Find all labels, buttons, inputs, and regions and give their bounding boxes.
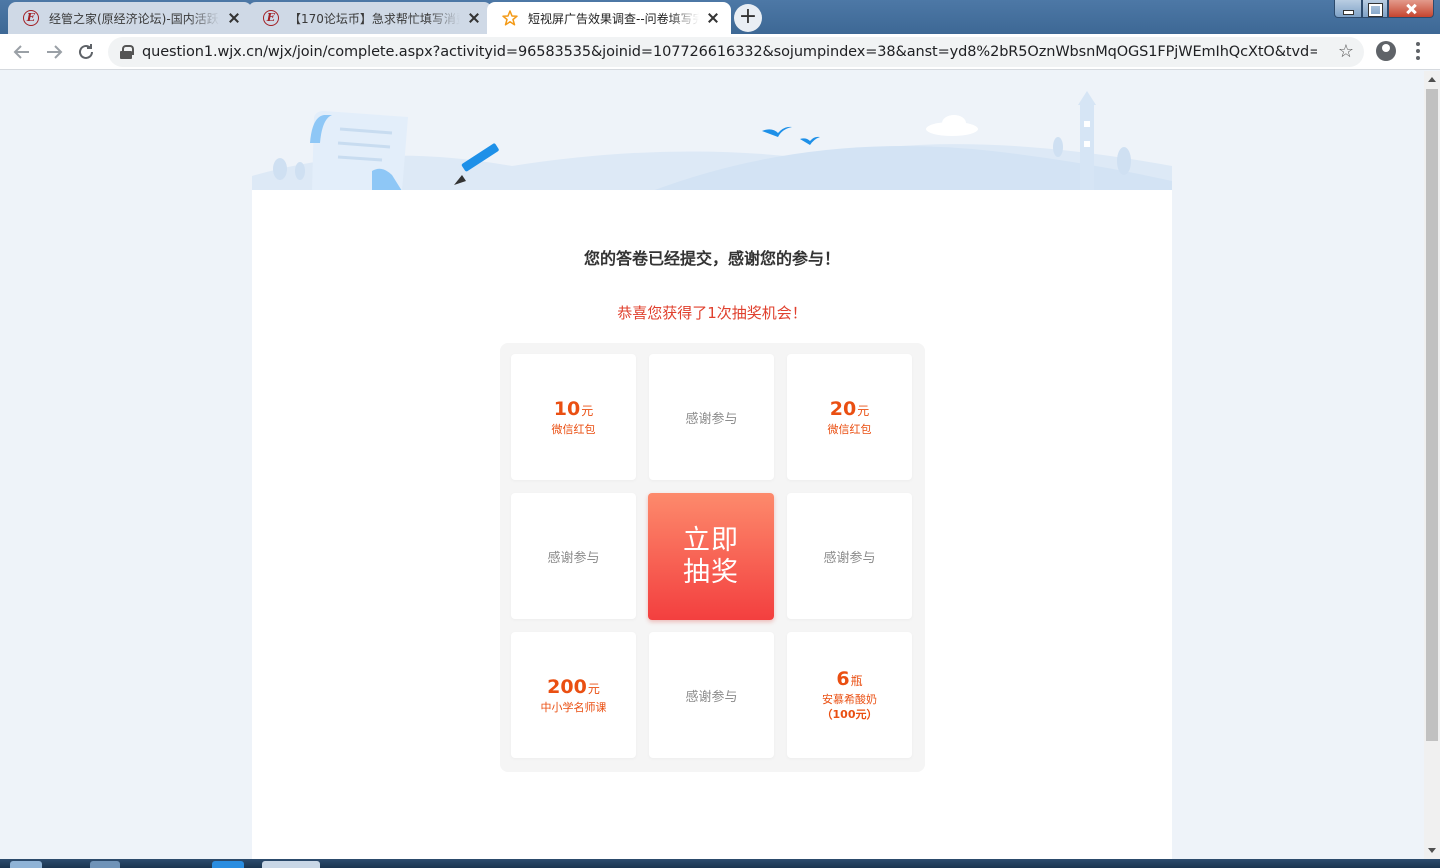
browser-toolbar: question1.wjx.cn/wjx/join/complete.aspx?… xyxy=(0,34,1440,70)
reload-icon[interactable] xyxy=(74,40,98,64)
lottery-grid: 10元 微信红包 感谢参与 20元 微信红包 感谢参与 立即抽奖 感谢参与 20… xyxy=(500,343,925,772)
prize-cell-no-prize: 感谢参与 xyxy=(787,493,912,619)
prize-desc: 安慕希酸奶 xyxy=(822,693,877,706)
prize-amount: 6 xyxy=(836,668,850,690)
close-tab-icon[interactable] xyxy=(705,10,721,26)
tab-title: 【170论坛币】急求帮忙填写消费者问卷 xyxy=(289,11,460,26)
thanks-message: 您的答卷已经提交，感谢您的参与！ xyxy=(583,249,840,268)
prize-cell-20-yuan: 20元 微信红包 xyxy=(787,354,912,480)
draw-button-label: 立即抽奖 xyxy=(683,524,739,588)
draw-now-button[interactable]: 立即抽奖 xyxy=(648,493,774,620)
prize-unit: 元 xyxy=(587,681,600,696)
no-prize-label: 感谢参与 xyxy=(685,411,738,427)
tab-title: 短视屏广告效果调查--问卷填写完成 xyxy=(528,11,699,26)
prize-desc: 微信红包 xyxy=(551,422,596,436)
scrollbar-thumb[interactable] xyxy=(1426,89,1438,741)
forward-arrow-icon[interactable] xyxy=(42,40,66,64)
new-tab-button[interactable]: + xyxy=(734,4,762,32)
prize-desc: 中小学名师课 xyxy=(540,700,607,714)
pinggu-e-icon: E xyxy=(262,9,280,27)
scroll-down-arrow-icon[interactable] xyxy=(1428,848,1436,853)
taskbar-app-icon[interactable] xyxy=(90,861,120,868)
congrats-message: 恭喜您获得了1次抽奖机会！ xyxy=(617,304,807,322)
window-controls xyxy=(1334,0,1434,18)
header-illustration xyxy=(252,91,1172,191)
close-tab-icon[interactable] xyxy=(466,10,482,26)
minimize-button[interactable] xyxy=(1334,0,1362,18)
prize-amount: 10 xyxy=(553,397,581,420)
prize-cell-no-prize: 感谢参与 xyxy=(511,493,636,619)
address-bar[interactable]: question1.wjx.cn/wjx/join/complete.aspx?… xyxy=(108,37,1364,67)
prize-unit: 瓶 xyxy=(850,674,863,688)
bookmark-star-icon[interactable]: ☆ xyxy=(1338,41,1354,62)
page-viewport: 您的答卷已经提交，感谢您的参与！ 恭喜您获得了1次抽奖机会！ 10元 微信红包 … xyxy=(0,71,1424,859)
pinggu-e-icon: E xyxy=(22,9,40,27)
maximize-button[interactable] xyxy=(1362,0,1388,18)
scroll-up-arrow-icon[interactable] xyxy=(1428,77,1436,82)
os-taskbar xyxy=(0,859,1440,868)
prize-unit: 元 xyxy=(857,403,870,418)
prize-value-note: （100元） xyxy=(821,708,878,721)
bird-icon xyxy=(762,126,820,145)
back-arrow-icon[interactable] xyxy=(10,40,34,64)
taskbar-start-icon[interactable] xyxy=(10,861,42,868)
no-prize-label: 感谢参与 xyxy=(547,550,600,566)
close-tab-icon[interactable] xyxy=(226,10,242,26)
prize-amount: 200 xyxy=(547,675,587,698)
prize-unit: 元 xyxy=(581,403,594,418)
browser-menu-icon[interactable] xyxy=(1412,42,1424,62)
cloud-icon xyxy=(926,115,978,136)
profile-avatar-icon[interactable] xyxy=(1376,41,1396,61)
tab-title: 经管之家(原经济论坛)-国内活跃的经济管理论坛 xyxy=(49,11,220,26)
lighthouse-icon xyxy=(1078,91,1096,191)
url-text: question1.wjx.cn/wjx/join/complete.aspx?… xyxy=(142,44,1317,60)
tab-pinggu-home[interactable]: E 经管之家(原经济论坛)-国内活跃的经济管理论坛 xyxy=(8,2,252,34)
scroll-paper-icon xyxy=(310,111,408,191)
taskbar-chrome-icon[interactable] xyxy=(262,861,320,868)
lock-icon xyxy=(120,45,134,59)
vertical-scrollbar[interactable] xyxy=(1424,71,1440,859)
browser-title-bar: E 经管之家(原经济论坛)-国内活跃的经济管理论坛 E 【170论坛币】急求帮忙… xyxy=(0,0,1440,34)
no-prize-label: 感谢参与 xyxy=(685,689,738,705)
prize-amount: 20 xyxy=(829,397,857,420)
prize-cell-no-prize: 感谢参与 xyxy=(649,632,774,758)
star-icon xyxy=(501,9,519,27)
taskbar-app-icon[interactable] xyxy=(212,861,244,868)
tab-pinggu-post[interactable]: E 【170论坛币】急求帮忙填写消费者问卷 xyxy=(248,2,492,34)
no-prize-label: 感谢参与 xyxy=(823,550,876,566)
prize-cell-yogurt: 6瓶 安慕希酸奶 （100元） xyxy=(787,632,912,758)
prize-cell-200-yuan: 200元 中小学名师课 xyxy=(511,632,636,758)
result-card: 您的答卷已经提交，感谢您的参与！ 恭喜您获得了1次抽奖机会！ 10元 微信红包 … xyxy=(252,190,1172,859)
prize-desc: 微信红包 xyxy=(827,422,872,436)
close-window-button[interactable] xyxy=(1388,0,1434,18)
tab-survey-complete[interactable]: 短视屏广告效果调查--问卷填写完成 xyxy=(487,2,731,34)
prize-cell-10-yuan: 10元 微信红包 xyxy=(511,354,636,480)
prize-cell-no-prize: 感谢参与 xyxy=(649,354,774,480)
